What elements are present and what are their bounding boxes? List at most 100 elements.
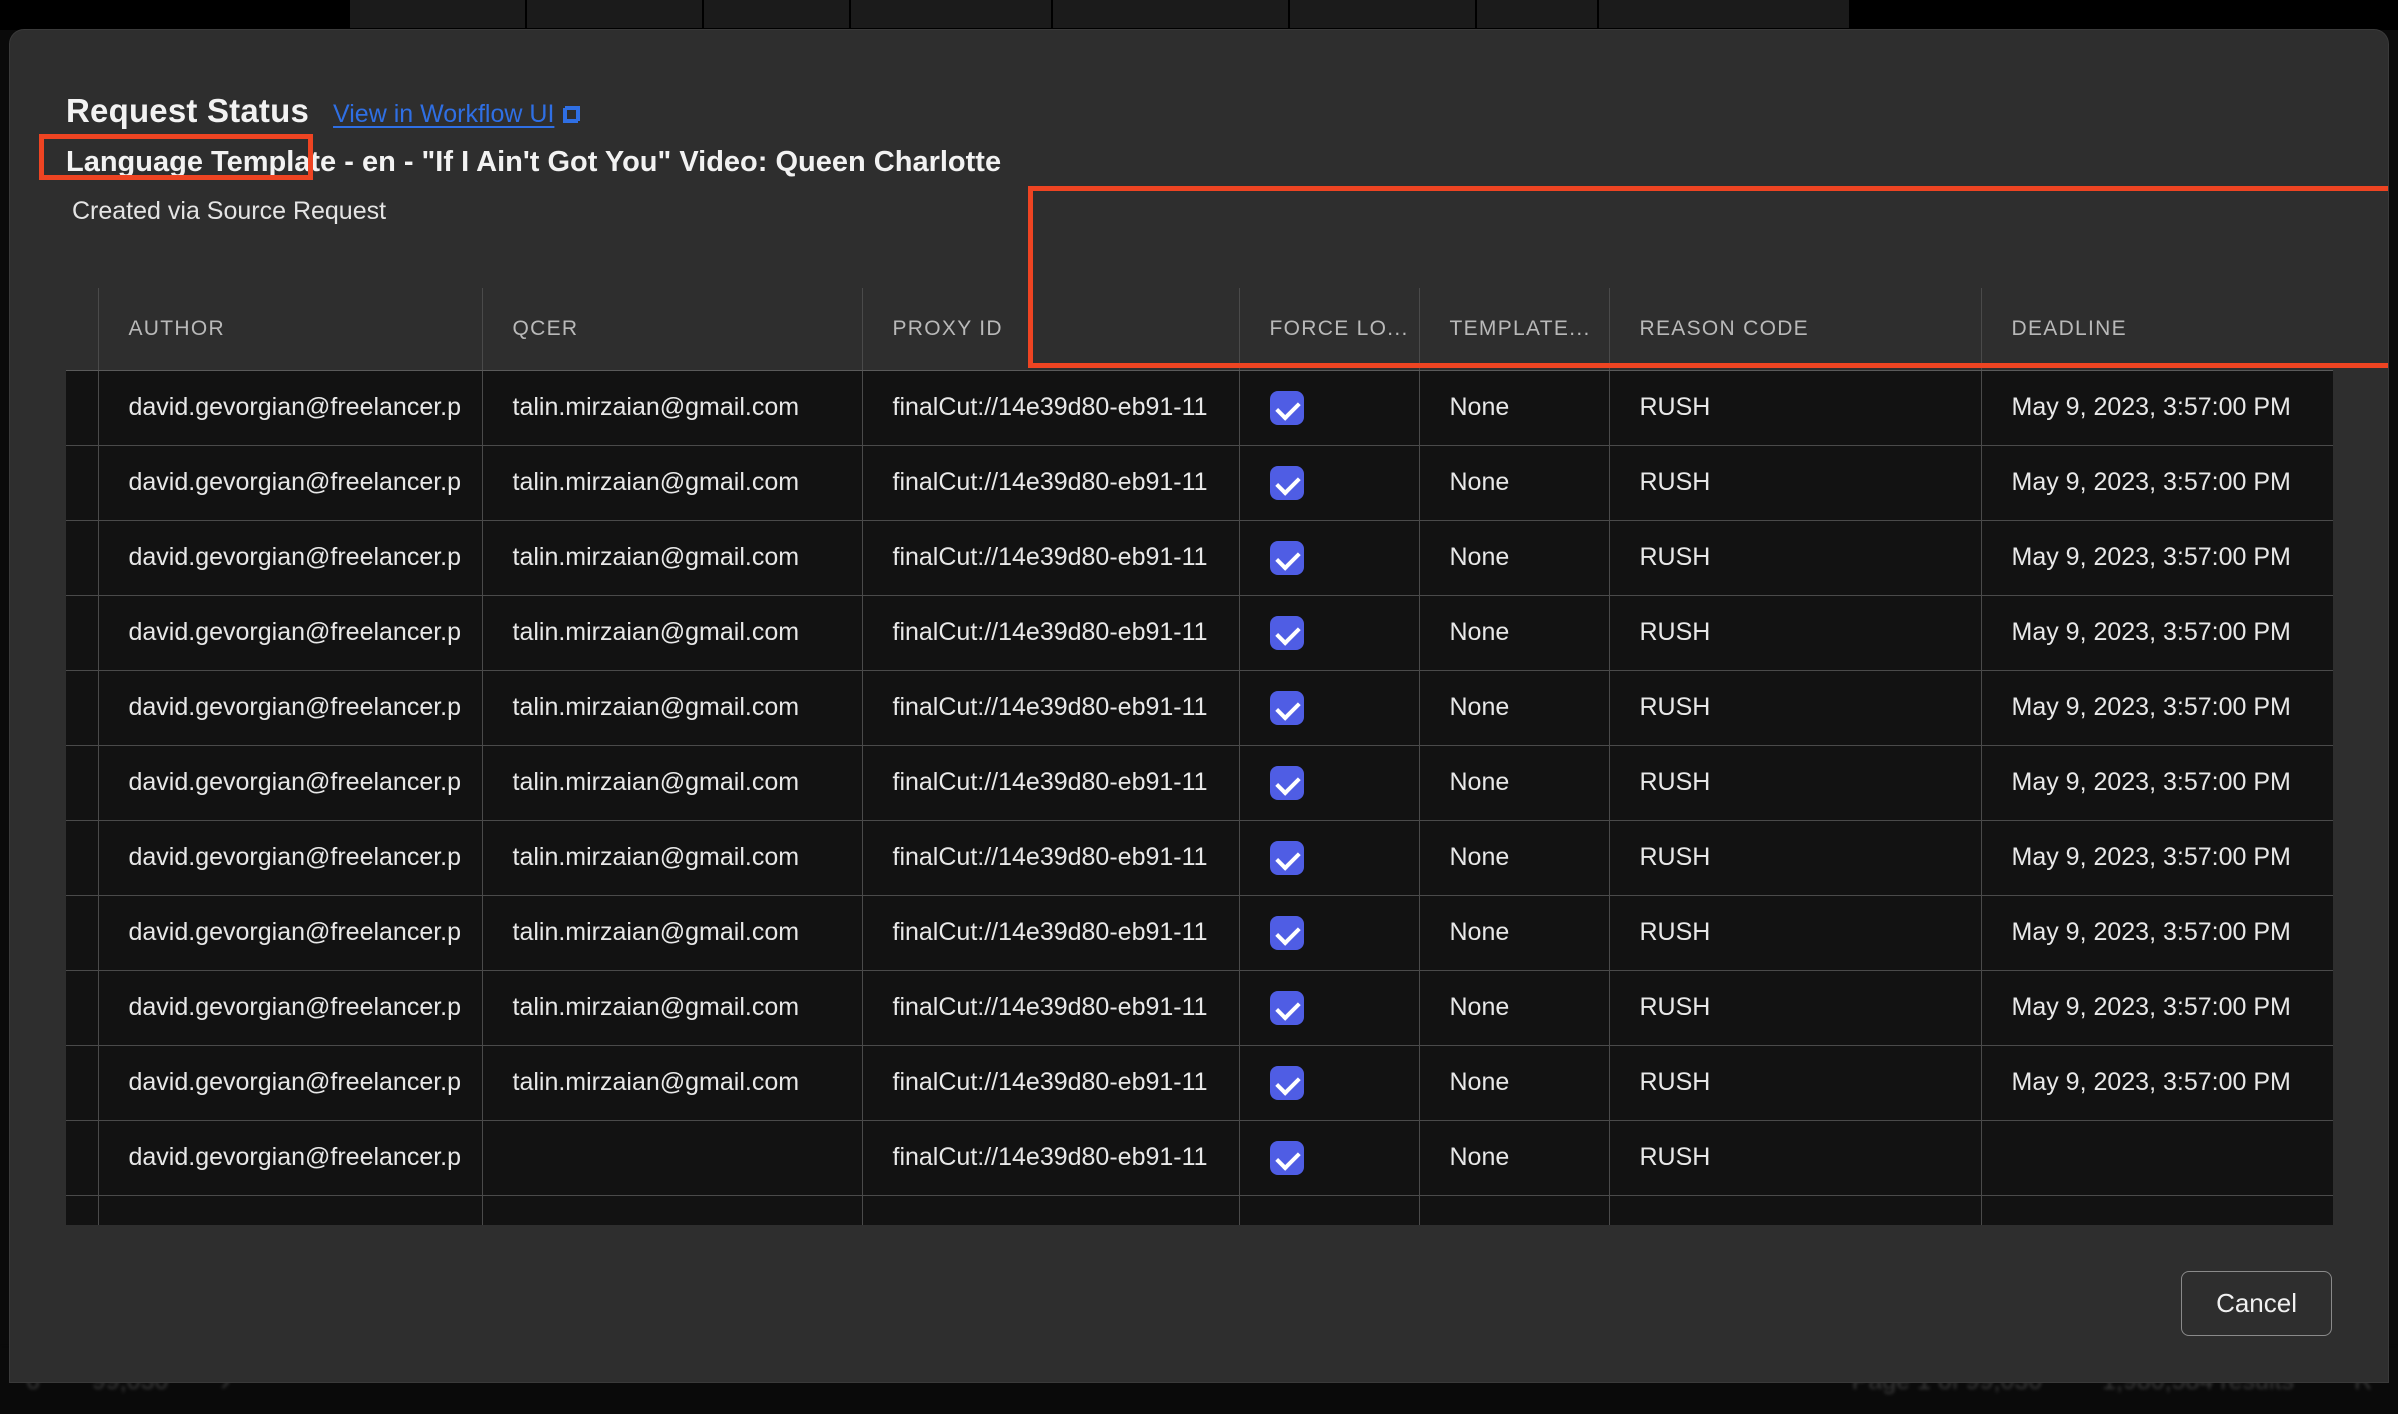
row-gutter-cell bbox=[66, 1195, 99, 1225]
cell-reason-code: RUSH bbox=[1609, 595, 1982, 671]
cell-force-lo bbox=[1239, 970, 1420, 1046]
cell-deadline: May 9, 2023, 3:57:00 PM bbox=[1981, 820, 2333, 896]
table-row[interactable]: david.gevorgian@freelancer.p talin.mirzai… bbox=[66, 895, 2333, 971]
cell-deadline: May 9, 2023, 3:57:00 PM bbox=[1981, 670, 2333, 746]
cell-author: david.gevorgian@freelancer.p bbox=[98, 970, 483, 1046]
table-row[interactable]: david.gevorgian@freelancer.p finalCut://1… bbox=[66, 1120, 2333, 1196]
cell-deadline: May 9, 2023, 3:57:00 PM bbox=[1981, 520, 2333, 596]
force-lo-checkbox[interactable] bbox=[1269, 990, 1304, 1025]
cell-qcer bbox=[482, 1195, 863, 1225]
row-gutter-cell bbox=[66, 595, 99, 671]
force-lo-checkbox[interactable] bbox=[1269, 915, 1304, 950]
request-status-table: AUTHOR QCER PROXY ID FORCE LO... TEMPLAT… bbox=[66, 288, 2333, 1225]
cell-force-lo bbox=[1239, 1120, 1420, 1196]
force-lo-checkbox[interactable] bbox=[1269, 765, 1304, 800]
cell-qcer bbox=[482, 1120, 863, 1196]
cell-proxy-id: finalCut://14e39d80-eb91-11 bbox=[862, 1120, 1240, 1196]
cell-proxy-id: finalCut://14e39d80-eb91-11 bbox=[862, 370, 1240, 446]
force-lo-checkbox[interactable] bbox=[1269, 1140, 1304, 1175]
row-gutter-cell bbox=[66, 745, 99, 821]
table-row[interactable]: david.gevorgian@freelancer.p talin.mirzai… bbox=[66, 670, 2333, 746]
cell-deadline: May 9, 2023, 3:57:00 PM bbox=[1981, 1045, 2333, 1121]
row-gutter-cell bbox=[66, 1045, 99, 1121]
cell-force-lo bbox=[1239, 895, 1420, 971]
column-header-author[interactable]: AUTHOR bbox=[98, 288, 483, 371]
cell-deadline: May 9, 2023, 3:57:00 PM bbox=[1981, 445, 2333, 521]
cell-template: None bbox=[1419, 520, 1610, 596]
row-gutter-cell bbox=[66, 970, 99, 1046]
force-lo-checkbox[interactable] bbox=[1269, 615, 1304, 650]
cell-proxy-id: finalCut://14e39d80-eb91-11 bbox=[862, 970, 1240, 1046]
row-gutter-cell bbox=[66, 895, 99, 971]
table-body: david.gevorgian@freelancer.p talin.mirzai… bbox=[66, 370, 2333, 1225]
table-row[interactable]: david.gevorgian@freelancer.p talin.mirzai… bbox=[66, 445, 2333, 521]
cell-author: david.gevorgian@freelancer.p bbox=[98, 1120, 483, 1196]
cell-reason-code: RUSH bbox=[1609, 895, 1982, 971]
force-lo-checkbox[interactable] bbox=[1269, 390, 1304, 425]
cell-author bbox=[98, 1195, 483, 1225]
cancel-button[interactable]: Cancel bbox=[2181, 1271, 2332, 1336]
cell-reason-code: RUSH bbox=[1609, 820, 1982, 896]
column-header-deadline[interactable]: DEADLINE bbox=[1981, 288, 2333, 371]
cell-deadline bbox=[1981, 1195, 2333, 1225]
cell-template: None bbox=[1419, 745, 1610, 821]
cell-qcer: talin.mirzaian@gmail.com bbox=[482, 895, 863, 971]
row-gutter-cell bbox=[66, 670, 99, 746]
cell-template: None bbox=[1419, 370, 1610, 446]
cell-force-lo bbox=[1239, 520, 1420, 596]
row-gutter-cell bbox=[66, 445, 99, 521]
cell-reason-code: RUSH bbox=[1609, 1045, 1982, 1121]
cell-template: None bbox=[1419, 595, 1610, 671]
cell-proxy-id: finalCut://14e39d80-eb91-11 bbox=[862, 745, 1240, 821]
table-row[interactable]: david.gevorgian@freelancer.p talin.mirzai… bbox=[66, 520, 2333, 596]
cell-proxy-id: finalCut://14e39d80-eb91-11 bbox=[862, 820, 1240, 896]
cell-author: david.gevorgian@freelancer.p bbox=[98, 745, 483, 821]
cell-template: None bbox=[1419, 895, 1610, 971]
cell-force-lo bbox=[1239, 670, 1420, 746]
backdrop-table-columns-hint bbox=[350, 0, 2398, 28]
column-header-qcer[interactable]: QCER bbox=[482, 288, 863, 371]
force-lo-checkbox[interactable] bbox=[1269, 840, 1304, 875]
modal-header: Request Status View in Workflow UI Langu… bbox=[10, 30, 2388, 252]
table-row[interactable]: david.gevorgian@freelancer.p talin.mirzai… bbox=[66, 970, 2333, 1046]
cell-qcer: talin.mirzaian@gmail.com bbox=[482, 595, 863, 671]
column-header-proxy-id[interactable]: PROXY ID bbox=[862, 288, 1240, 371]
request-table-scroll-container[interactable]: AUTHOR QCER PROXY ID FORCE LO... TEMPLAT… bbox=[66, 288, 2333, 1225]
cell-force-lo bbox=[1239, 745, 1420, 821]
table-row[interactable]: david.gevorgian@freelancer.p talin.mirzai… bbox=[66, 595, 2333, 671]
table-row[interactable]: david.gevorgian@freelancer.p talin.mirzai… bbox=[66, 745, 2333, 821]
cell-template: None bbox=[1419, 1120, 1610, 1196]
cell-reason-code: RUSH bbox=[1609, 520, 1982, 596]
row-gutter-cell bbox=[66, 820, 99, 896]
table-row[interactable]: david.gevorgian@freelancer.p talin.mirzai… bbox=[66, 820, 2333, 896]
cell-qcer: talin.mirzaian@gmail.com bbox=[482, 970, 863, 1046]
cell-deadline: May 9, 2023, 3:57:00 PM bbox=[1981, 370, 2333, 446]
table-row[interactable]: david.gevorgian@freelancer.p talin.mirzai… bbox=[66, 1045, 2333, 1121]
cell-proxy-id: finalCut://14e39d80-eb91-11 bbox=[862, 520, 1240, 596]
cell-qcer: talin.mirzaian@gmail.com bbox=[482, 745, 863, 821]
column-header-reason-code[interactable]: REASON CODE bbox=[1609, 288, 1982, 371]
cell-reason-code: RUSH bbox=[1609, 370, 1982, 446]
force-lo-checkbox[interactable] bbox=[1269, 1065, 1304, 1100]
cell-template: None bbox=[1419, 1045, 1610, 1121]
created-via-source-request-label: Created via Source Request bbox=[72, 197, 387, 225]
view-in-workflow-ui-link[interactable]: View in Workflow UI bbox=[333, 100, 581, 129]
cell-proxy-id: finalCut://14e39d80-eb91-11 bbox=[862, 670, 1240, 746]
column-header-template[interactable]: TEMPLATE... bbox=[1419, 288, 1610, 371]
force-lo-checkbox[interactable] bbox=[1269, 540, 1304, 575]
force-lo-checkbox[interactable] bbox=[1269, 465, 1304, 500]
force-lo-checkbox[interactable] bbox=[1269, 690, 1304, 725]
table-row[interactable] bbox=[66, 1195, 2333, 1225]
request-status-modal: Request Status View in Workflow UI Langu… bbox=[10, 30, 2388, 1382]
cell-proxy-id bbox=[862, 1195, 1240, 1225]
cell-template: None bbox=[1419, 445, 1610, 521]
cell-author: david.gevorgian@freelancer.p bbox=[98, 370, 483, 446]
cell-author: david.gevorgian@freelancer.p bbox=[98, 445, 483, 521]
cell-proxy-id: finalCut://14e39d80-eb91-11 bbox=[862, 895, 1240, 971]
created-via-wrapper: Created via Source Request bbox=[66, 193, 400, 252]
cell-force-lo bbox=[1239, 445, 1420, 521]
table-row[interactable]: david.gevorgian@freelancer.p talin.mirzai… bbox=[66, 370, 2333, 446]
column-header-force-lo[interactable]: FORCE LO... bbox=[1239, 288, 1420, 371]
cell-force-lo bbox=[1239, 1045, 1420, 1121]
table-header: AUTHOR QCER PROXY ID FORCE LO... TEMPLAT… bbox=[66, 288, 2333, 371]
